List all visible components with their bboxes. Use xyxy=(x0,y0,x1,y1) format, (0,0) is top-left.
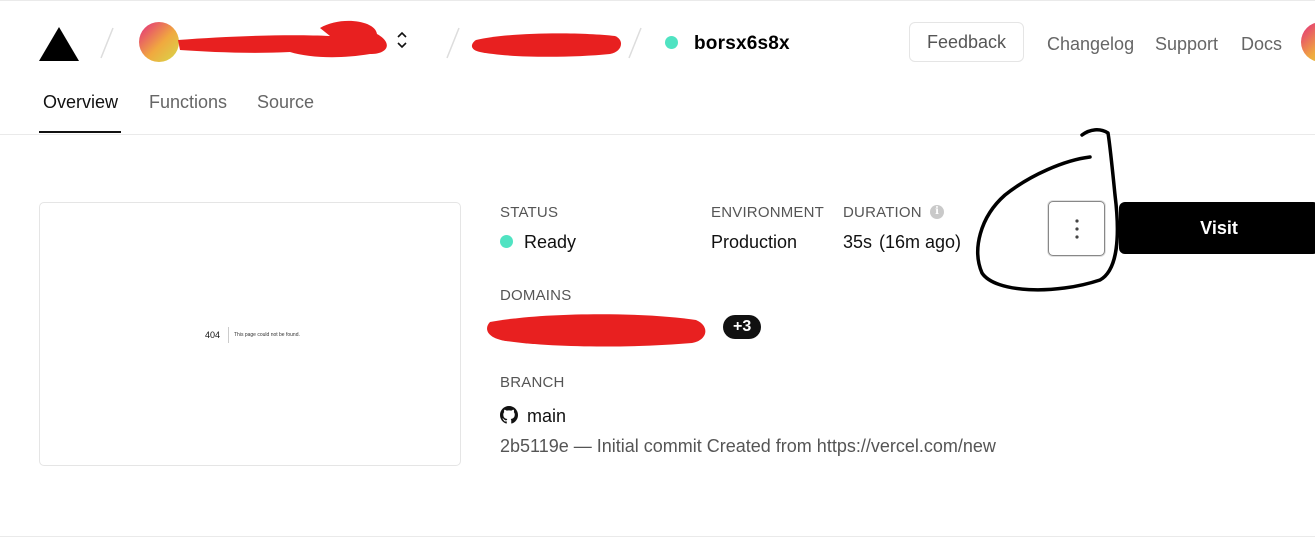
deployment-status-dot xyxy=(665,36,678,49)
chevron-up-down-icon[interactable] xyxy=(395,29,409,51)
redacted-project-name xyxy=(471,33,622,57)
duration-label: DURATION xyxy=(843,204,922,221)
branch-name[interactable]: main xyxy=(527,406,566,427)
preview-error-message: This page could not be found. xyxy=(234,332,300,338)
active-tab-indicator xyxy=(39,131,121,133)
environment-value: Production xyxy=(711,232,798,252)
feedback-button[interactable]: Feedback xyxy=(909,22,1024,62)
status-value: Ready xyxy=(524,232,577,252)
header: borsx6s8x Feedback Changelog Support Doc… xyxy=(0,0,1315,135)
user-avatar[interactable] xyxy=(1301,22,1315,62)
more-domains-badge[interactable]: +3 xyxy=(723,315,762,339)
deployment-id[interactable]: borsx6s8x xyxy=(694,33,790,55)
environment-label: ENVIRONMENT xyxy=(711,204,825,221)
github-icon xyxy=(500,406,518,424)
bottom-border xyxy=(0,536,1315,537)
visit-button[interactable]: Visit xyxy=(1119,202,1315,254)
deployment-preview[interactable]: 404 This page could not be found. xyxy=(39,202,461,466)
preview-error-code: 404 xyxy=(205,330,221,340)
separator-slash-icon xyxy=(628,27,642,59)
more-options-button[interactable] xyxy=(1048,201,1105,256)
duration-ago: (16m ago) xyxy=(879,232,962,252)
commit-info[interactable]: 2b5119e — Initial commit Created from ht… xyxy=(500,436,996,457)
tab-overview[interactable]: Overview xyxy=(43,92,118,113)
tab-functions[interactable]: Functions xyxy=(149,92,227,113)
nav-changelog[interactable]: Changelog xyxy=(1047,34,1134,55)
nav-docs[interactable]: Docs xyxy=(1241,34,1282,55)
vercel-logo-icon[interactable] xyxy=(39,27,79,61)
info-icon[interactable]: i xyxy=(930,205,944,219)
domains-label: DOMAINS xyxy=(500,287,572,304)
separator-slash-icon xyxy=(100,27,114,59)
tab-source[interactable]: Source xyxy=(257,92,314,113)
branch-label: BRANCH xyxy=(500,374,565,391)
vertical-dots-icon xyxy=(1075,219,1079,239)
separator-slash-icon xyxy=(446,27,460,59)
duration-value: 35s xyxy=(843,232,873,252)
nav-support[interactable]: Support xyxy=(1155,34,1218,55)
status-label: STATUS xyxy=(500,204,559,221)
redacted-team-name xyxy=(178,20,387,58)
redacted-domain xyxy=(487,314,706,347)
preview-divider xyxy=(228,327,229,343)
ready-status-dot xyxy=(500,235,513,248)
